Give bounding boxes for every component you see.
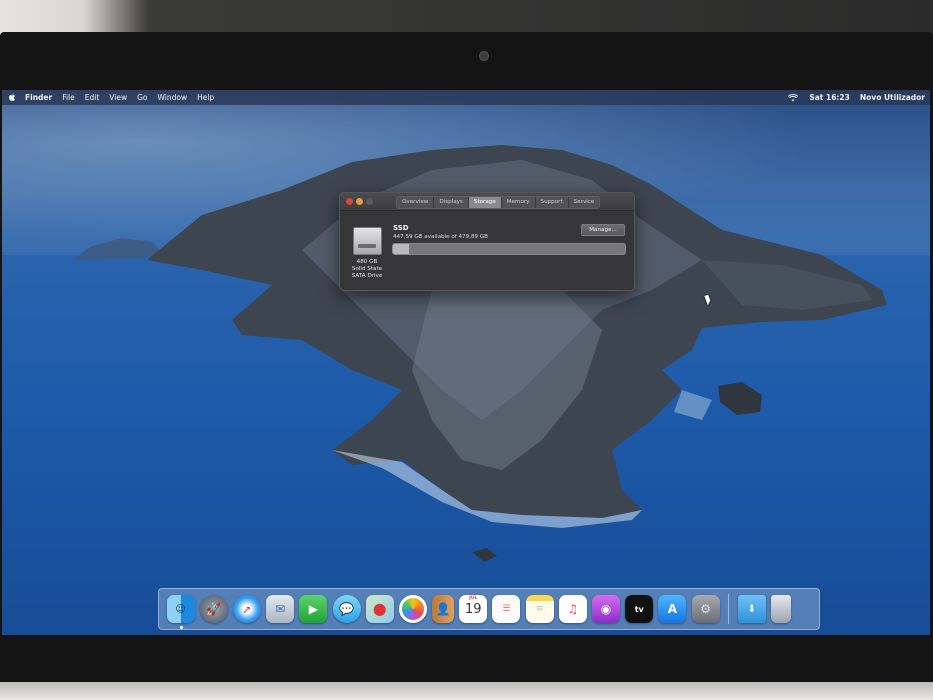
messages-icon[interactable]: 💬 [332, 595, 361, 623]
tab-bar: Overview Displays Storage Memory Support… [396, 196, 601, 209]
catalina-island-wallpaper [72, 145, 887, 562]
menu-extras: Sat 16:23 Novo Utilizador [788, 90, 930, 105]
about-this-mac-window: Overview Displays Storage Memory Support… [339, 192, 635, 291]
minimize-button[interactable] [356, 198, 363, 205]
disk-caption: 480 GB Solid State SATA Drive [345, 259, 389, 280]
notes-icon[interactable]: ≡ [525, 595, 554, 623]
manage-button[interactable]: Manage... [581, 224, 625, 236]
safari-icon[interactable]: ➚ [232, 595, 261, 623]
desktop[interactable]: Finder File Edit View Go Window Help Sat… [2, 90, 930, 635]
contacts-icon[interactable]: 👤 [432, 595, 455, 623]
tab-overview[interactable]: Overview [397, 197, 435, 208]
disk-available-text: 447,59 GB available of 479,89 GB [393, 234, 489, 240]
menu-finder[interactable]: Finder [20, 90, 57, 105]
webcam [479, 51, 489, 61]
menu-view[interactable]: View [104, 90, 132, 105]
menu-user[interactable]: Novo Utilizador [855, 90, 930, 105]
reminders-icon[interactable]: ☰ [492, 595, 521, 623]
menu-bar: Finder File Edit View Go Window Help Sat… [2, 90, 930, 105]
calendar-month: JUL [469, 596, 478, 601]
wifi-icon[interactable] [788, 93, 799, 102]
maps-icon[interactable]: ⬤ [365, 595, 394, 623]
dock-separator [728, 594, 730, 624]
disk-interface-label: SATA Drive [351, 273, 383, 279]
running-indicator [179, 626, 183, 629]
facetime-icon[interactable]: ▶ [299, 595, 328, 623]
storage-usage-bar [392, 243, 626, 255]
disk-capacity-label: 480 GB [356, 259, 378, 265]
menu-clock[interactable]: Sat 16:23 [804, 90, 855, 105]
trash-icon[interactable] [770, 595, 791, 623]
menu-window[interactable]: Window [153, 90, 193, 105]
tab-displays[interactable]: Displays [434, 197, 469, 208]
zoom-button [366, 198, 373, 205]
tab-service[interactable]: Service [568, 197, 600, 208]
monitor-chin [0, 682, 933, 700]
disk-name: SSD [393, 224, 409, 232]
apple-menu-icon[interactable] [8, 93, 16, 102]
mail-icon[interactable]: ✉ [266, 595, 295, 623]
app-store-icon[interactable]: A [658, 595, 687, 623]
launchpad-icon[interactable]: 🚀 [199, 595, 228, 623]
tab-memory[interactable]: Memory [501, 197, 536, 208]
calendar-day: 19 [465, 602, 482, 617]
dock: ☺ 🚀 ➚ ✉ ▶ 💬 ⬤ 👤 JUL 19 ☰ ≡ ♫ ◉ tv A ⚙ ⬇ [158, 588, 820, 630]
menu-edit[interactable]: Edit [80, 90, 105, 105]
hard-drive-icon [353, 227, 382, 255]
system-preferences-icon[interactable]: ⚙ [691, 595, 720, 623]
calendar-icon[interactable]: JUL 19 [459, 595, 488, 623]
menu-help[interactable]: Help [192, 90, 219, 105]
photos-icon[interactable] [398, 595, 427, 623]
finder-icon[interactable]: ☺ [166, 595, 195, 629]
tab-support[interactable]: Support [535, 197, 569, 208]
window-titlebar[interactable]: Overview Displays Storage Memory Support… [340, 193, 634, 211]
disk-type-label: Solid State [351, 266, 383, 272]
menu-go[interactable]: Go [132, 90, 152, 105]
tv-icon[interactable]: tv [625, 595, 654, 623]
tab-storage[interactable]: Storage [468, 197, 502, 208]
downloads-folder-icon[interactable]: ⬇ [737, 595, 766, 623]
close-button[interactable] [346, 198, 353, 205]
music-icon[interactable]: ♫ [558, 595, 587, 623]
storage-usage-fill [393, 244, 410, 254]
menu-file[interactable]: File [57, 90, 80, 105]
podcasts-icon[interactable]: ◉ [592, 595, 621, 623]
